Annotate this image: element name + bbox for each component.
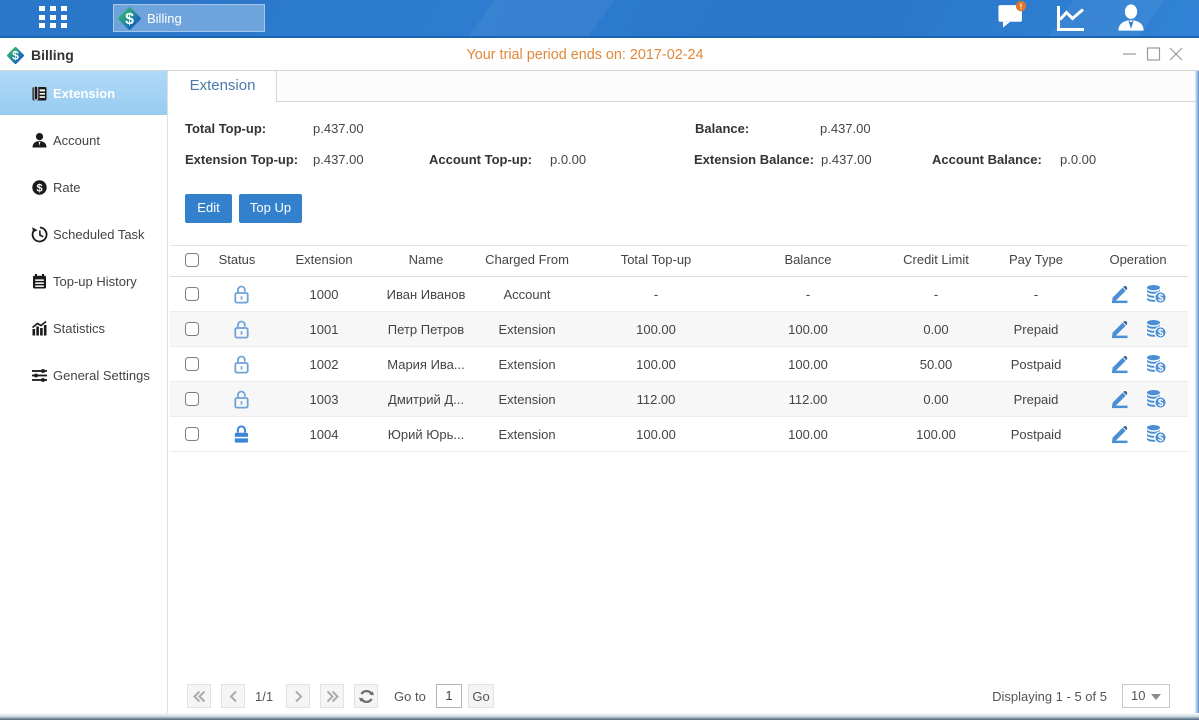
- svg-text:$: $: [1158, 433, 1164, 444]
- svg-text:$: $: [1158, 328, 1164, 339]
- svg-text:$: $: [1158, 398, 1164, 409]
- svg-text:$: $: [36, 183, 42, 195]
- svg-text:$: $: [1158, 293, 1164, 304]
- svg-text:!: !: [1020, 2, 1023, 11]
- svg-text:$: $: [125, 11, 134, 28]
- svg-text:$: $: [1158, 363, 1164, 374]
